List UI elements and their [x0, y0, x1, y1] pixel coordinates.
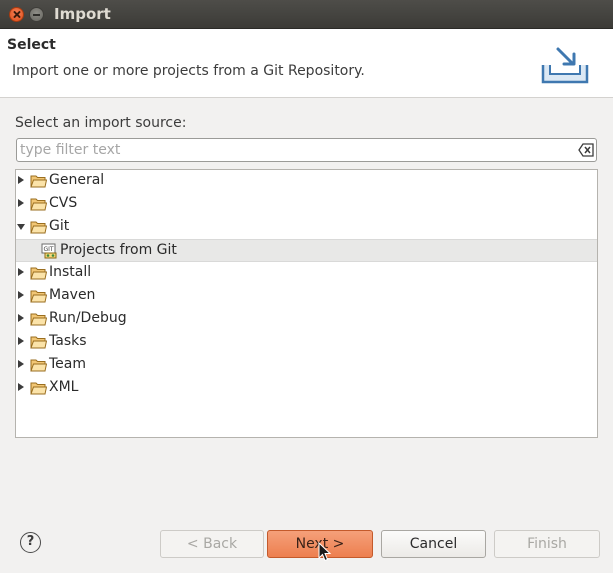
tree-item-label: Run/Debug: [49, 310, 127, 326]
tree-item-label: Tasks: [49, 333, 87, 349]
expand-arrow-icon[interactable]: [18, 360, 24, 368]
collapse-arrow-icon[interactable]: [17, 224, 25, 230]
expand-arrow-icon[interactable]: [18, 268, 24, 276]
expand-arrow-icon[interactable]: [18, 291, 24, 299]
open-folder-icon: [30, 221, 47, 234]
tree-item-label: General: [49, 172, 105, 188]
tree-item-general[interactable]: General: [16, 170, 597, 193]
filter-field[interactable]: [16, 138, 597, 162]
git-icon: GIT: [41, 243, 57, 259]
clear-filter-icon[interactable]: [578, 143, 594, 157]
tree-item-cvs[interactable]: CVS: [16, 193, 597, 216]
help-icon[interactable]: ?: [20, 532, 41, 553]
title-bar: Import: [0, 0, 613, 29]
filter-input[interactable]: [20, 141, 570, 159]
folder-icon: [30, 359, 47, 372]
tree-item-xml[interactable]: XML: [16, 377, 597, 400]
tree-item-projects-from-git[interactable]: GIT Projects from Git: [16, 239, 597, 262]
import-source-label: Select an import source:: [15, 115, 187, 131]
expand-arrow-icon[interactable]: [18, 199, 24, 207]
mouse-cursor-icon: [318, 542, 332, 562]
window-title: Import: [54, 5, 111, 23]
tree-item-label: Git: [49, 218, 70, 234]
tree-item-label: Maven: [49, 287, 96, 303]
expand-arrow-icon[interactable]: [18, 383, 24, 391]
tree-item-install[interactable]: Install: [16, 262, 597, 285]
wizard-header: Select Import one or more projects from …: [0, 29, 613, 98]
tree-item-tasks[interactable]: Tasks: [16, 331, 597, 354]
import-wizard-icon: [541, 47, 589, 84]
folder-icon: [30, 198, 47, 211]
finish-button[interactable]: Finish: [494, 530, 600, 558]
page-description: Import one or more projects from a Git R…: [12, 63, 365, 79]
expand-arrow-icon[interactable]: [18, 314, 24, 322]
tree-item-run-debug[interactable]: Run/Debug: [16, 308, 597, 331]
tree-item-label: CVS: [49, 195, 78, 211]
tree-item-label: Team: [49, 356, 87, 372]
folder-icon: [30, 313, 47, 326]
tree-item-label: XML: [49, 379, 79, 395]
folder-icon: [30, 267, 47, 280]
folder-icon: [30, 336, 47, 349]
close-window-button[interactable]: [9, 7, 24, 22]
folder-icon: [30, 290, 47, 303]
import-source-tree[interactable]: General CVS Git GIT Projects from Git In…: [15, 169, 598, 438]
folder-icon: [30, 382, 47, 395]
expand-arrow-icon[interactable]: [18, 176, 24, 184]
tree-item-label: Install: [49, 264, 92, 280]
page-title: Select: [7, 37, 56, 53]
tree-item-git[interactable]: Git: [16, 216, 597, 239]
svg-text:GIT: GIT: [44, 246, 54, 253]
folder-icon: [30, 175, 47, 188]
back-button[interactable]: < Back: [160, 530, 264, 558]
tree-item-maven[interactable]: Maven: [16, 285, 597, 308]
tree-item-label: Projects from Git: [60, 242, 177, 258]
minimize-window-button[interactable]: [29, 7, 44, 22]
tree-item-team[interactable]: Team: [16, 354, 597, 377]
cancel-button[interactable]: Cancel: [381, 530, 486, 558]
expand-arrow-icon[interactable]: [18, 337, 24, 345]
